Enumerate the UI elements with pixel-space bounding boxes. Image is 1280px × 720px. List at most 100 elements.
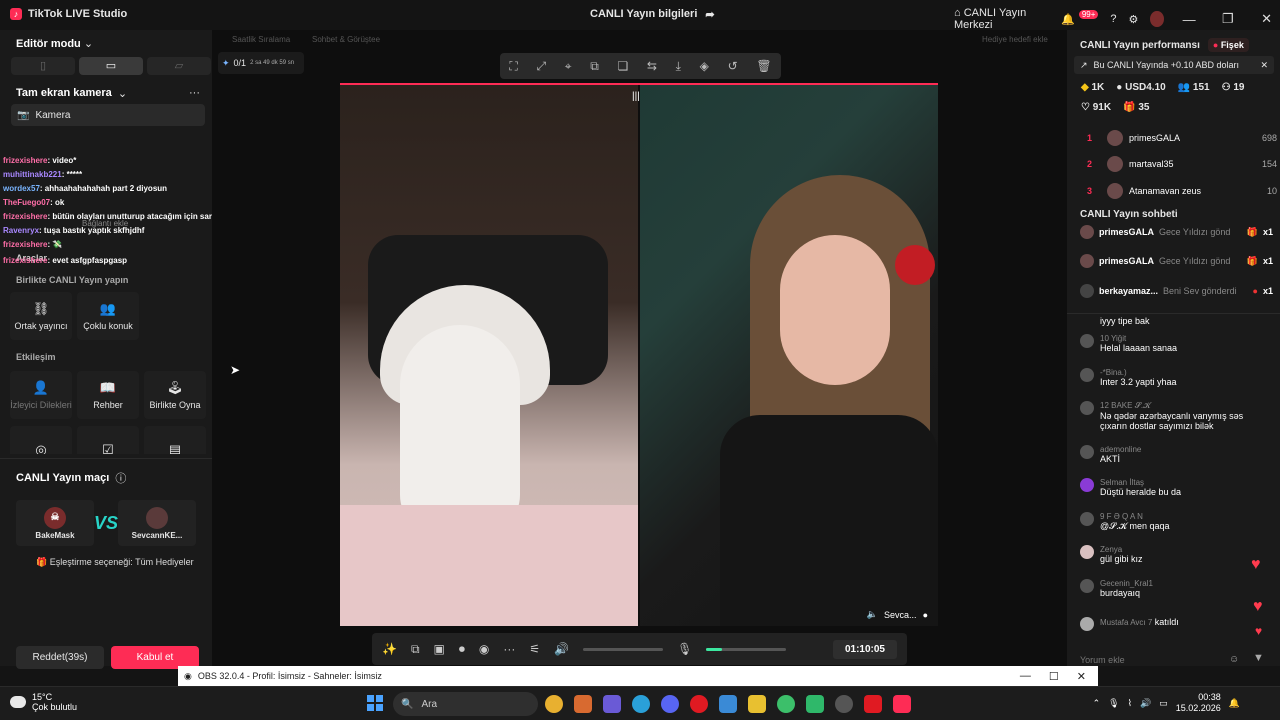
rank-row[interactable]: 2 martaval35 154	[1087, 156, 1277, 172]
fisek-button[interactable]: ● Fişek	[1207, 38, 1249, 52]
live-info-title[interactable]: CANLI Yayın bilgileri ➦	[590, 8, 715, 21]
share-icon[interactable]: ➦	[705, 8, 714, 21]
store-icon[interactable]	[574, 695, 592, 713]
help-circle-icon[interactable]: ⓘ	[115, 470, 126, 486]
message-text: Inter 3.2 yapti yhaa	[1100, 377, 1177, 387]
comment-input[interactable]: Yorum ekle	[1075, 650, 1245, 670]
split-layout-button[interactable]: ▱	[147, 57, 211, 75]
profile-avatar[interactable]	[1150, 11, 1164, 27]
goal-widget[interactable]: ✦ 0/1 2 sa 49 dk 59 sn	[218, 52, 304, 74]
center-icon[interactable]: ⌖	[565, 59, 572, 74]
maximize-window-button[interactable]: ☐	[1049, 670, 1059, 683]
network-icon[interactable]: ⌇	[1128, 698, 1132, 709]
windows-start-icon[interactable]	[367, 695, 383, 711]
mirror-icon[interactable]: ⇆	[647, 59, 657, 73]
notifications-icon[interactable]: 🔔	[1229, 698, 1240, 709]
emoji-icon[interactable]: ☺	[1229, 654, 1239, 665]
clock[interactable]: 00:38 15.02.2026	[1176, 692, 1221, 714]
maximize-window-button[interactable]: ❐	[1215, 11, 1242, 27]
mixer-icon[interactable]: ⚟	[529, 642, 540, 656]
taskbar-search[interactable]: 🔍 Ara	[393, 692, 538, 716]
chevron-up-icon[interactable]: ⌃	[1093, 698, 1101, 709]
more-options-icon[interactable]: ···	[503, 642, 515, 656]
minimize-window-button[interactable]: —	[1176, 12, 1203, 27]
play-together-button[interactable]: 🕹 Birlikte Oyna	[144, 371, 206, 419]
scene-icon[interactable]: ▣	[434, 642, 445, 656]
mail-icon[interactable]	[719, 695, 737, 713]
more-options-icon[interactable]: ···	[189, 87, 200, 100]
goal-tool-button[interactable]: ◎	[10, 426, 72, 454]
chrome-icon[interactable]	[545, 695, 563, 713]
weather-widget[interactable]: 15°C Çok bulutlu	[10, 692, 77, 712]
more-icon[interactable]: ●	[923, 610, 928, 620]
live-chat-title: CANLI Yayın sohbeti	[1080, 209, 1178, 220]
volume-icon[interactable]: 🔊	[554, 642, 569, 656]
filter-icon[interactable]: ▼	[1253, 652, 1264, 664]
mic-level-meter[interactable]	[706, 647, 787, 651]
poll-tool-button[interactable]: ☑	[77, 426, 139, 454]
camera-switch-icon[interactable]: ◉	[479, 642, 489, 656]
duplicate-icon[interactable]: ❏	[617, 59, 628, 73]
rotate-icon[interactable]: ↺	[728, 59, 738, 73]
microphone-icon[interactable]: 🎙	[677, 642, 692, 656]
delete-icon[interactable]: 🗑	[756, 59, 771, 73]
multiguest-button[interactable]: 👥 Çoklu konuk	[77, 292, 139, 340]
volume-slider[interactable]	[583, 647, 664, 651]
cohost-button[interactable]: ⛓ Ortak yayıncı	[10, 292, 72, 340]
chat-meet-link[interactable]: Sohbet & Görüştee	[312, 35, 380, 44]
player-two-card[interactable]: SevcannKE...	[118, 500, 196, 546]
close-icon[interactable]: ✕	[1260, 60, 1274, 71]
layers-icon[interactable]: ◈	[700, 59, 709, 73]
editor-mode-dropdown[interactable]: Editör modu ⌄	[16, 37, 228, 50]
camera-source-item[interactable]: 📷 Kamera	[11, 104, 205, 126]
discord-icon[interactable]	[661, 695, 679, 713]
match-option[interactable]: 🎁 Eşleştirme seçeneği: Tüm Hediyeler	[36, 557, 194, 568]
inbox-tool-button[interactable]: ▤	[144, 426, 206, 454]
opera-icon[interactable]	[690, 695, 708, 713]
folder-icon[interactable]	[748, 695, 766, 713]
magic-wand-icon[interactable]: ✨	[382, 642, 397, 656]
help-icon[interactable]: ?	[1110, 13, 1116, 25]
viewer-requests-button[interactable]: 👤 İzleyici Dilekleri	[10, 371, 72, 419]
chat-msg: : ok	[50, 198, 65, 207]
rank-row[interactable]: 1 primesGALA 698	[1087, 130, 1277, 146]
add-source-icon[interactable]: ⧉	[411, 642, 420, 657]
speaker-icon[interactable]: 🔊	[1140, 698, 1151, 709]
settings-gear-icon[interactable]: ⚙	[1129, 13, 1139, 26]
reject-button[interactable]: Reddet(39s)	[16, 646, 104, 669]
fit-screen-icon[interactable]: ⛶	[509, 59, 517, 74]
tiktok-icon[interactable]	[893, 695, 911, 713]
teams-icon[interactable]	[603, 695, 621, 713]
obs-icon[interactable]	[835, 695, 853, 713]
live-center-button[interactable]: ⌂ CANLI Yayın Merkezi	[954, 7, 1049, 31]
spotify-icon[interactable]	[806, 695, 824, 713]
close-window-button[interactable]: ✕	[1253, 11, 1280, 27]
close-window-button[interactable]: ✕	[1077, 670, 1086, 683]
edge-icon[interactable]	[632, 695, 650, 713]
landscape-layout-button[interactable]: ▭	[79, 57, 143, 75]
live-video-stream[interactable]: 🔈 Sevca... ● |||	[340, 83, 938, 626]
align-down-icon[interactable]: ⤓	[676, 59, 681, 74]
rank-row[interactable]: 3 Atanamavan zeus 10	[1087, 183, 1277, 199]
tiktok-logo-icon: ♪	[10, 8, 22, 20]
chat-message: Selman İltaş Düştü heralde bu da	[1080, 478, 1270, 497]
chrome-alt-icon[interactable]	[777, 695, 795, 713]
camera-section-header[interactable]: Tam ekran kamera ⌄ ···	[16, 87, 200, 100]
battery-icon[interactable]: ▭	[1159, 698, 1168, 709]
player-one-card[interactable]: ☠ BakeMask	[16, 500, 94, 546]
crop-icon[interactable]: ⧉	[590, 59, 599, 74]
expand-icon[interactable]: ⤢	[536, 59, 546, 74]
guest-badge[interactable]: 🔈 Sevca... ●	[867, 609, 928, 620]
users-icon: 👥	[99, 301, 117, 316]
record-icon[interactable]: ⏺	[459, 642, 465, 657]
youtube-icon[interactable]	[864, 695, 882, 713]
hourly-ranking-link[interactable]: Saatlik Sıralama	[232, 35, 290, 44]
add-gift-goal-link[interactable]: Hediye hedefi ekle	[982, 35, 1048, 44]
minimize-window-button[interactable]: —	[1020, 670, 1031, 683]
guide-button[interactable]: 📖 Rehber	[77, 371, 139, 419]
portrait-layout-button[interactable]: ▯	[11, 57, 75, 75]
split-handle-icon[interactable]: |||	[632, 91, 640, 102]
microphone-icon[interactable]: 🎙	[1108, 698, 1119, 709]
notification-bell-icon[interactable]: 🔔	[1061, 13, 1075, 26]
obs-window-bar[interactable]: ◉ OBS 32.0.4 - Profil: İsimsiz - Sahnele…	[178, 666, 1098, 686]
